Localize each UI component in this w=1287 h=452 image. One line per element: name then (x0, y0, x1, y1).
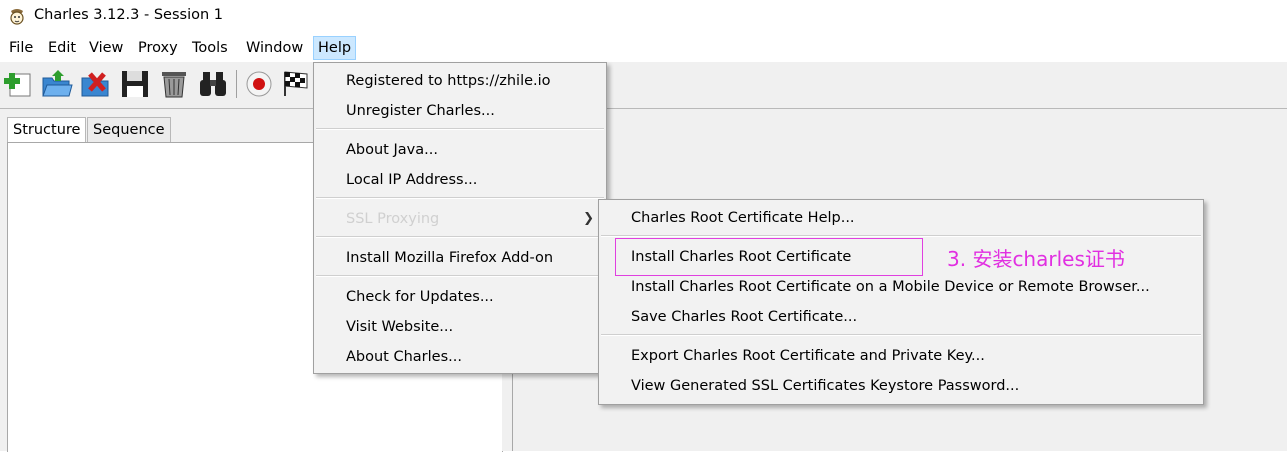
save-session-icon[interactable] (118, 66, 152, 100)
help-menu: Registered to https://zhile.io Unregiste… (313, 62, 607, 374)
throttle-icon[interactable] (281, 66, 315, 100)
tab-structure[interactable]: Structure (7, 117, 87, 142)
menu-view[interactable]: View (85, 37, 127, 59)
menu-edit[interactable]: Edit (44, 37, 80, 59)
menu-separator (601, 334, 1201, 336)
charles-app-icon (8, 7, 26, 25)
menu-item-ssl-proxying[interactable]: SSL Proxying ❯ (314, 204, 606, 234)
menu-item-about-java[interactable]: About Java... (314, 135, 606, 165)
annotation-highlight-box (615, 238, 923, 276)
submenu-arrow-icon: ❯ (583, 211, 594, 226)
menu-separator (601, 235, 1201, 237)
menu-item-local-ip[interactable]: Local IP Address... (314, 165, 606, 195)
menu-window[interactable]: Window (242, 37, 307, 59)
menu-proxy[interactable]: Proxy (134, 37, 182, 59)
menu-separator (316, 275, 604, 277)
clear-session-icon[interactable] (157, 66, 191, 100)
ssl-proxying-submenu: Charles Root Certificate Help... Install… (598, 199, 1204, 405)
record-icon[interactable] (242, 66, 276, 100)
submenu-item-export-cert-key[interactable]: Export Charles Root Certificate and Priv… (599, 341, 1203, 371)
menu-tools[interactable]: Tools (188, 37, 232, 59)
toolbar (0, 62, 1287, 109)
toolbar-divider (236, 70, 237, 98)
close-session-icon[interactable] (79, 66, 113, 100)
title-bar: Charles 3.12.3 - Session 1 (0, 0, 1287, 33)
menu-bar: File Edit View Proxy Tools Window Help (0, 35, 1287, 61)
window-title: Charles 3.12.3 - Session 1 (34, 7, 224, 23)
submenu-item-save-root-cert[interactable]: Save Charles Root Certificate... (599, 302, 1203, 332)
submenu-item-keystore-password[interactable]: View Generated SSL Certificates Keystore… (599, 371, 1203, 401)
menu-separator (316, 197, 604, 199)
menu-help[interactable]: Help (313, 36, 357, 60)
open-session-icon[interactable] (40, 66, 74, 100)
menu-item-firefox-addon[interactable]: Install Mozilla Firefox Add-on (314, 243, 606, 273)
submenu-item-root-cert-help[interactable]: Charles Root Certificate Help... (599, 203, 1203, 233)
menu-item-ssl-proxying-label: SSL Proxying (346, 211, 440, 227)
menu-item-visit-website[interactable]: Visit Website... (314, 312, 606, 342)
tab-sequence[interactable]: Sequence (87, 117, 171, 142)
menu-item-check-updates[interactable]: Check for Updates... (314, 282, 606, 312)
menu-separator (316, 128, 604, 130)
annotation-label: 3. 安装charles证书 (947, 247, 1125, 271)
find-icon[interactable] (196, 66, 230, 100)
menu-separator (316, 236, 604, 238)
menu-item-unregister[interactable]: Unregister Charles... (314, 96, 606, 126)
menu-item-about-charles[interactable]: About Charles... (314, 342, 606, 372)
menu-file[interactable]: File (5, 37, 37, 59)
menu-item-registered[interactable]: Registered to https://zhile.io (314, 66, 606, 96)
submenu-item-install-on-mobile[interactable]: Install Charles Root Certificate on a Mo… (599, 272, 1203, 302)
new-session-icon[interactable] (2, 66, 36, 100)
